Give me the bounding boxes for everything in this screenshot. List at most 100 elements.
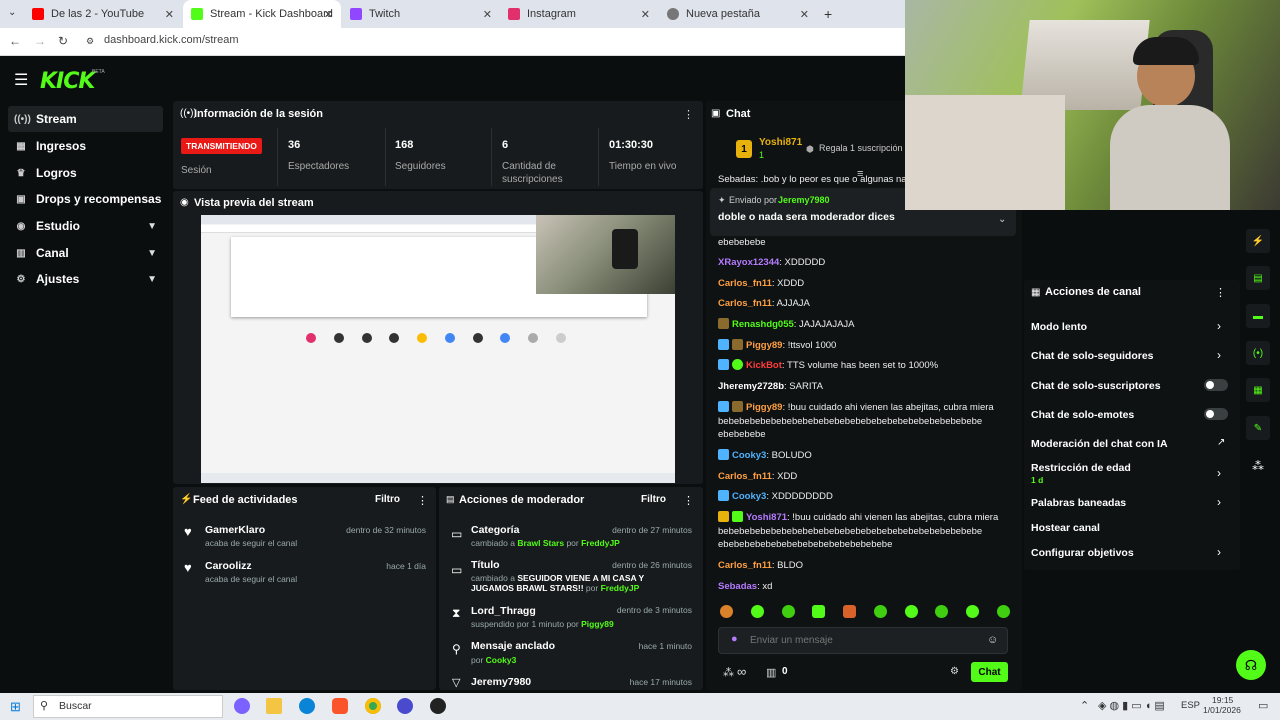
chrome-icon[interactable] <box>365 698 381 714</box>
lightning-icon[interactable]: ⚡ <box>1246 229 1270 253</box>
tray-chevron-icon[interactable]: ⌃ <box>1080 699 1089 712</box>
feed-item-name[interactable]: Caroolizz <box>205 560 252 572</box>
channel-action-label[interactable]: Restricción de edad <box>1031 462 1131 474</box>
chevron-right-icon[interactable]: › <box>1217 495 1221 509</box>
more-options-icon[interactable]: ⋮ <box>1215 286 1226 299</box>
emote-icon[interactable] <box>720 605 733 618</box>
chat-username[interactable]: Carlos_fn11 <box>718 278 772 289</box>
close-tab-icon[interactable]: ✕ <box>165 8 174 21</box>
emote-icon[interactable] <box>781 605 795 618</box>
channel-action-label[interactable]: Hostear canal <box>1031 522 1100 534</box>
channel-action-label[interactable]: Modo lento <box>1031 321 1087 333</box>
support-headset-icon[interactable]: ☊ <box>1236 650 1266 680</box>
chat-username[interactable]: Piggy89 <box>746 402 782 413</box>
channel-action-label[interactable]: Chat de solo-suscriptores <box>1031 380 1161 392</box>
tray-icons[interactable]: ◈ ◍ ▮ ▭ ◖ ▤ <box>1098 699 1165 712</box>
obs-icon[interactable] <box>397 698 413 714</box>
feed-item-name[interactable]: GamerKlaro <box>205 524 265 536</box>
sidebar-item-drops[interactable]: ▣ Drops y recompensas <box>8 186 163 212</box>
document-icon[interactable]: ▤ <box>1246 266 1270 290</box>
kick-logo[interactable]: KICK <box>40 69 95 94</box>
close-tab-icon[interactable]: ✕ <box>641 8 650 21</box>
windows-start-icon[interactable]: ⊞ <box>10 699 21 715</box>
chat-username[interactable]: Carlos_fn11 <box>718 471 772 482</box>
broadcast-icon[interactable]: (•) <box>1246 341 1270 365</box>
emote-icon[interactable] <box>996 605 1010 618</box>
chat-username[interactable]: Carlos_fn11 <box>718 298 772 309</box>
url-text[interactable]: dashboard.kick.com/stream <box>104 34 904 50</box>
edge-icon[interactable] <box>299 698 315 714</box>
back-icon[interactable]: ← <box>9 34 21 48</box>
notifications-icon[interactable]: ▭ <box>1258 699 1268 712</box>
new-tab-icon[interactable]: + <box>824 6 832 22</box>
settings-gear-icon[interactable]: ⚙ <box>950 666 959 677</box>
chat-username[interactable]: Sebadas <box>718 581 757 592</box>
emote-icon[interactable] <box>843 605 857 618</box>
points-icon[interactable]: ⁂ <box>1252 459 1264 473</box>
stream-preview-video[interactable] <box>201 215 675 483</box>
microphone-icon[interactable]: ● <box>731 633 738 645</box>
emote-icon[interactable] <box>935 605 949 618</box>
gift-box-icon[interactable]: ▥ <box>766 666 776 679</box>
reload-icon[interactable]: ↻ <box>58 34 68 48</box>
browser-tab-youtube[interactable]: De las 2 - YouTube ✕ <box>24 0 182 28</box>
emote-icon[interactable] <box>966 605 980 618</box>
close-tab-icon[interactable]: ✕ <box>800 8 809 21</box>
emote-icon[interactable] <box>812 605 826 618</box>
browser-tab-instagram[interactable]: Instagram ✕ <box>500 0 658 28</box>
sidebar-item-logros[interactable]: ♛ Logros <box>8 160 163 186</box>
more-options-icon[interactable]: ⋮ <box>417 494 428 507</box>
close-tab-icon[interactable]: ✕ <box>324 8 333 21</box>
chat-username[interactable]: Renashdg055 <box>732 319 794 330</box>
wrench-icon[interactable]: ✎ <box>1246 416 1270 440</box>
menu-icon[interactable]: ☰ <box>14 70 28 90</box>
channel-action-label[interactable]: Moderación del chat con IA <box>1031 438 1168 450</box>
close-tab-icon[interactable]: ✕ <box>483 8 492 21</box>
channel-action-label[interactable]: Configurar objetivos <box>1031 547 1134 559</box>
channel-action-label[interactable]: Palabras baneadas <box>1031 497 1126 509</box>
gift-username[interactable]: Yoshi871 <box>759 137 802 148</box>
browser-tab-new[interactable]: Nueva pestaña ✕ <box>659 0 817 28</box>
chevron-right-icon[interactable]: › <box>1217 319 1221 333</box>
keyboard-language[interactable]: ESP <box>1181 700 1200 711</box>
clock-date[interactable]: 1/01/2026 <box>1203 705 1241 715</box>
channel-action-label[interactable]: Chat de solo-emotes <box>1031 409 1134 421</box>
chevron-right-icon[interactable]: › <box>1217 545 1221 559</box>
feed-filter-button[interactable]: Filtro <box>375 494 400 505</box>
chat-bubble-icon[interactable]: ▬ <box>1246 304 1270 328</box>
site-info-icon[interactable]: ⚙ <box>86 36 94 47</box>
chat-username[interactable]: Cooky3 <box>732 491 766 502</box>
sidebar-item-ajustes[interactable]: ⚙ Ajustes ▼ <box>8 266 163 292</box>
chat-username[interactable]: KickBot <box>746 360 782 371</box>
copilot-icon[interactable] <box>234 698 250 714</box>
brave-icon[interactable] <box>332 698 348 714</box>
subscriber-only-toggle[interactable] <box>1204 379 1228 391</box>
file-explorer-icon[interactable] <box>266 698 282 714</box>
sidebar-item-stream[interactable]: ((•)) Stream <box>8 106 163 132</box>
browser-tab-kick[interactable]: Stream - Kick Dashboard ✕ <box>183 0 341 28</box>
chat-username[interactable]: Jheremy2728b <box>718 381 784 392</box>
sidebar-item-estudio[interactable]: ◉ Estudio ▼ <box>8 213 163 239</box>
clock-time[interactable]: 19:15 <box>1212 695 1233 705</box>
chevron-right-icon[interactable]: › <box>1217 348 1221 362</box>
more-options-icon[interactable]: ⋮ <box>683 494 694 507</box>
external-link-icon[interactable]: ↗ <box>1217 437 1225 448</box>
layout-icon[interactable]: ▦ <box>1246 378 1270 402</box>
chat-username[interactable]: Yoshi871 <box>746 512 787 523</box>
chevron-right-icon[interactable]: › <box>1217 466 1221 480</box>
chevron-down-icon[interactable]: ⌄ <box>998 214 1006 225</box>
chat-input[interactable] <box>750 632 970 649</box>
chat-username[interactable]: Piggy89 <box>746 340 782 351</box>
send-chat-button[interactable]: Chat <box>971 662 1008 682</box>
emote-icon[interactable] <box>873 605 887 618</box>
emote-only-toggle[interactable] <box>1204 408 1228 420</box>
more-options-icon[interactable]: ⋮ <box>683 108 694 121</box>
emoji-icon[interactable]: ☺ <box>987 634 998 646</box>
tab-list-chevron-icon[interactable]: ⌄ <box>8 7 16 18</box>
browser-tab-twitch[interactable]: Twitch ✕ <box>342 0 500 28</box>
channel-action-label[interactable]: Chat de solo-seguidores <box>1031 350 1154 362</box>
pinned-by-user[interactable]: Jeremy7980 <box>778 195 830 205</box>
chat-username[interactable]: Cooky3 <box>732 450 766 461</box>
app-icon[interactable] <box>430 698 446 714</box>
sidebar-item-ingresos[interactable]: ▦ Ingresos <box>8 133 163 159</box>
